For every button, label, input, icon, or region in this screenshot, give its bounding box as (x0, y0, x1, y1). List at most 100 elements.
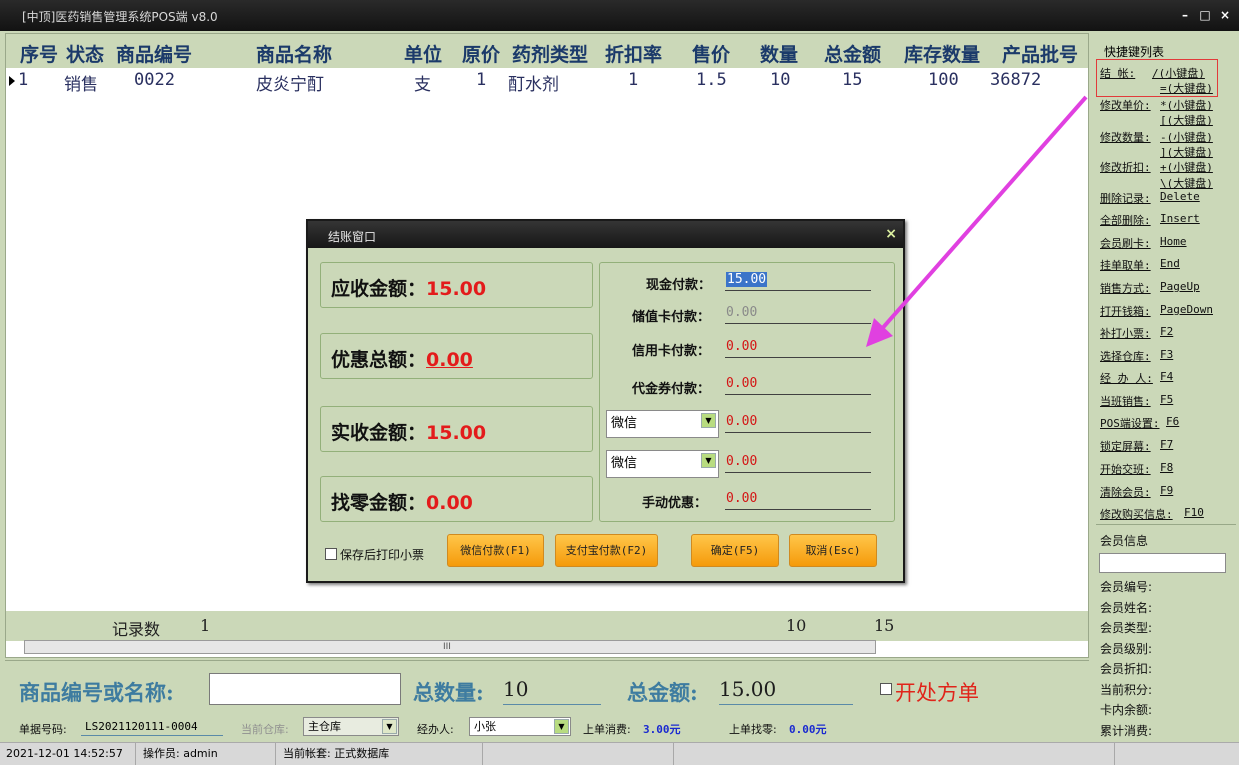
maximize-button[interactable]: □ (1196, 6, 1214, 24)
shortcut-edit-purchase-key[interactable]: F10 (1184, 506, 1204, 519)
credit-card-input[interactable]: 0.00 (725, 337, 871, 358)
member-level-label: 会员级别: (1100, 642, 1153, 656)
col-header-sale-price[interactable]: 售价 (692, 40, 730, 67)
discount-value[interactable]: 0.00 (426, 349, 473, 371)
shortcut-edit-discount-key1[interactable]: +(小键盘) (1160, 159, 1213, 175)
manual-discount-input[interactable]: 0.00 (725, 489, 871, 510)
confirm-button[interactable]: 确定(F5) (691, 534, 779, 567)
shortcut-member-card-key[interactable]: Home (1160, 235, 1187, 248)
shortcut-edit-price-key2[interactable]: [(大键盘) (1160, 112, 1213, 128)
shortcut-shift-sales[interactable]: 当班销售: (1100, 393, 1151, 409)
col-header-total[interactable]: 总金额 (824, 40, 881, 67)
shortcut-warehouse[interactable]: 选择仓库: (1100, 348, 1151, 364)
shortcut-delete-record-key[interactable]: Delete (1160, 190, 1200, 203)
shortcut-member-card[interactable]: 会员刷卡: (1100, 235, 1151, 251)
shortcut-sale-mode-key[interactable]: PageUp (1160, 280, 1200, 293)
shortcut-edit-price-key1[interactable]: *(小键盘) (1160, 97, 1213, 113)
shortcut-reprint[interactable]: 补打小票: (1100, 325, 1151, 341)
warehouse-select[interactable]: 主仓库 ▼ (303, 717, 399, 736)
payment-method-select-1[interactable]: 微信 ▼ (606, 410, 719, 438)
shortcut-hold-order[interactable]: 挂单取单: (1100, 257, 1151, 273)
shortcut-edit-purchase[interactable]: 修改购买信息: (1100, 506, 1173, 522)
col-header-price[interactable]: 原价 (462, 40, 500, 67)
wechat-pay-button[interactable]: 微信付款(F1) (447, 534, 544, 567)
cell-discount: 1 (628, 70, 639, 90)
shortcut-clear-member[interactable]: 清除会员: (1100, 484, 1151, 500)
shortcut-pos-settings[interactable]: POS端设置: (1100, 415, 1160, 431)
shortcut-checkout-key2[interactable]: =(大键盘) (1160, 80, 1213, 96)
alipay-button[interactable]: 支付宝付款(F2) (555, 534, 658, 567)
shortcut-pos-settings-key[interactable]: F6 (1166, 415, 1179, 428)
shortcut-lock-screen-key[interactable]: F7 (1160, 438, 1173, 451)
shortcut-shift-sales-key[interactable]: F5 (1160, 393, 1173, 406)
shortcut-edit-qty[interactable]: 修改数量: (1100, 129, 1151, 145)
shortcut-edit-discount[interactable]: 修改折扣: (1100, 159, 1151, 175)
shortcut-delete-record[interactable]: 删除记录: (1100, 190, 1151, 206)
table-row[interactable]: 1 销售 0022 皮炎宁酊 支 1 酊水剂 1 1.5 10 15 100 3… (6, 68, 1088, 95)
shortcut-open-drawer-key[interactable]: PageDown (1160, 303, 1213, 316)
prescription-checkbox[interactable] (880, 683, 892, 695)
shortcut-edit-qty-key2[interactable]: ](大键盘) (1160, 144, 1213, 160)
close-icon[interactable]: × (885, 226, 897, 242)
chevron-down-icon[interactable]: ▼ (701, 453, 716, 468)
total-amount-value: 15.00 (719, 677, 853, 705)
shortcut-handler[interactable]: 经 办 人: (1100, 370, 1153, 386)
payment-method-1-input[interactable]: 0.00 (725, 412, 871, 433)
payment-method-2-value: 微信 (611, 456, 638, 471)
shortcut-delete-all-key[interactable]: Insert (1160, 212, 1200, 225)
stored-card-input[interactable]: 0.00 (725, 303, 871, 324)
col-header-code[interactable]: 商品编号 (116, 40, 192, 67)
payment-method-2-input[interactable]: 0.00 (725, 452, 871, 473)
cell-batch: 36872 (990, 70, 1042, 90)
voucher-input[interactable]: 0.00 (725, 374, 871, 395)
shortcut-reprint-key[interactable]: F2 (1160, 325, 1173, 338)
col-header-batch[interactable]: 产品批号 (1002, 40, 1078, 67)
shortcut-handover-key[interactable]: F8 (1160, 461, 1173, 474)
shortcut-open-drawer[interactable]: 打开钱箱: (1100, 303, 1151, 319)
status-cell-empty-2 (675, 743, 1115, 765)
shortcut-warehouse-key[interactable]: F3 (1160, 348, 1173, 361)
scrollbar-grip-icon[interactable]: III (443, 642, 451, 652)
chevron-down-icon[interactable]: ▼ (382, 719, 397, 734)
col-header-unit[interactable]: 单位 (404, 40, 442, 67)
shortcut-handover[interactable]: 开始交班: (1100, 461, 1151, 477)
shortcut-hold-order-key[interactable]: End (1160, 257, 1180, 270)
shortcut-edit-discount-key2[interactable]: \(大键盘) (1160, 175, 1213, 191)
member-card-input[interactable] (1099, 553, 1226, 573)
handler-select[interactable]: 小张 ▼ (469, 717, 571, 736)
shortcut-edit-qty-key1[interactable]: -(小键盘) (1160, 129, 1213, 145)
shortcut-sale-mode[interactable]: 销售方式: (1100, 280, 1151, 296)
col-header-name[interactable]: 商品名称 (256, 40, 332, 67)
minimize-button[interactable]: – (1176, 6, 1194, 24)
prescription-label[interactable]: 开处方单 (895, 677, 979, 707)
shortcut-handler-key[interactable]: F4 (1160, 370, 1173, 383)
col-header-discount[interactable]: 折扣率 (605, 40, 662, 67)
col-header-index[interactable]: 序号 (20, 40, 58, 67)
shortcut-delete-all[interactable]: 全部删除: (1100, 212, 1151, 228)
col-header-type[interactable]: 药剂类型 (512, 40, 588, 67)
print-receipt-label[interactable]: 保存后打印小票 (340, 546, 424, 563)
chevron-down-icon[interactable]: ▼ (554, 719, 569, 734)
cancel-button[interactable]: 取消(Esc) (789, 534, 877, 567)
payment-method-select-2[interactable]: 微信 ▼ (606, 450, 719, 478)
cash-input[interactable]: 15.00 (725, 270, 871, 291)
window-title: [中顶]医药销售管理系统POS端 v8.0 (22, 10, 218, 24)
col-header-qty[interactable]: 数量 (760, 40, 798, 67)
horizontal-scrollbar[interactable]: III (24, 640, 876, 654)
shortcut-clear-member-key[interactable]: F9 (1160, 484, 1173, 497)
chevron-down-icon[interactable]: ▼ (701, 413, 716, 428)
shortcut-checkout[interactable]: 结 帐: (1100, 65, 1135, 81)
cell-total: 15 (842, 70, 863, 90)
shortcut-lock-screen[interactable]: 锁定屏幕: (1100, 438, 1151, 454)
close-window-button[interactable]: × (1216, 6, 1234, 24)
grid-header: 序号 状态 商品编号 商品名称 单位 原价 药剂类型 折扣率 售价 数量 总金额… (6, 34, 1088, 68)
col-header-status[interactable]: 状态 (66, 40, 104, 67)
shortcut-checkout-key1[interactable]: /(小键盘) (1152, 65, 1205, 81)
print-receipt-checkbox[interactable] (325, 548, 337, 560)
voucher-label: 代金券付款： (632, 382, 711, 397)
product-search-input[interactable] (209, 673, 401, 705)
cell-qty: 10 (770, 70, 791, 90)
credit-card-label: 信用卡付款： (632, 344, 711, 359)
col-header-stock[interactable]: 库存数量 (904, 40, 980, 67)
shortcut-edit-price[interactable]: 修改单价: (1100, 97, 1151, 113)
